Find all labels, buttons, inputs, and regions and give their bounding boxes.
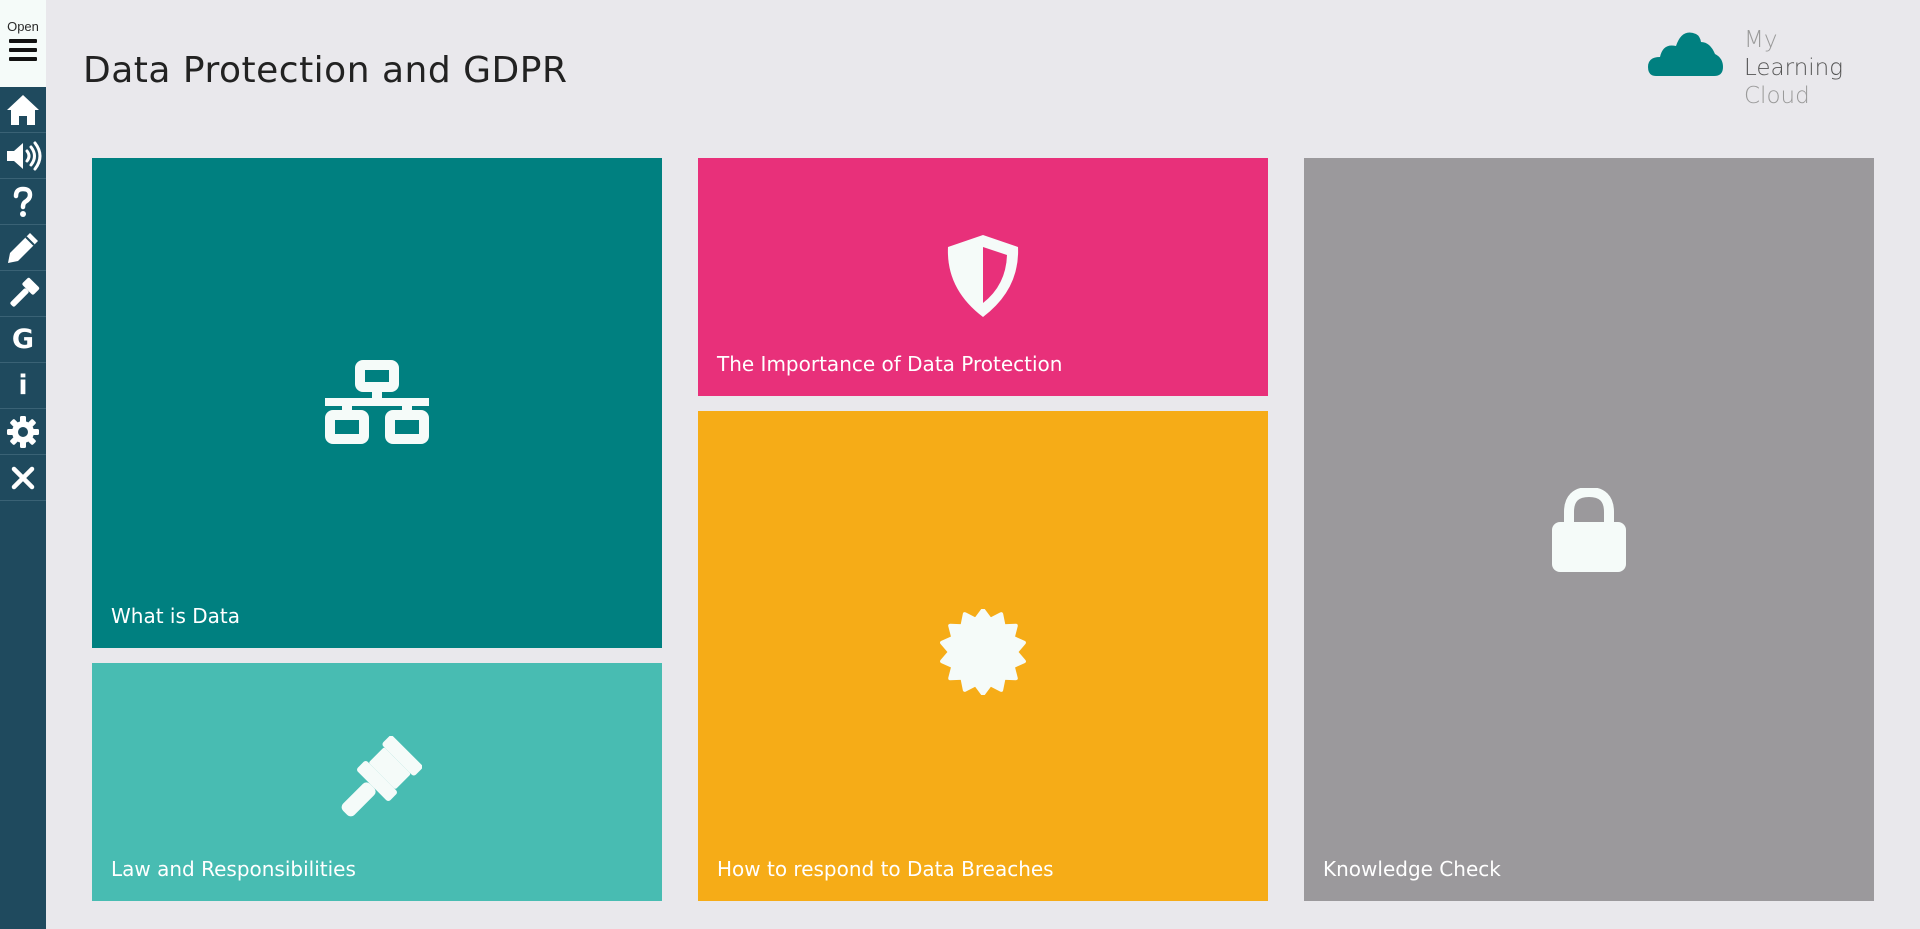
shield-icon [947,235,1019,317]
brand-word-my: My [1744,27,1778,53]
tile-law-and-responsibilities[interactable]: Law and Responsibilities [92,663,662,901]
tile-respond-to-data-breaches[interactable]: How to respond to Data Breaches [698,411,1268,901]
brand-name: My Learning Cloud [1744,26,1878,110]
lock-icon [1552,488,1626,572]
page-title: Data Protection and GDPR [83,50,568,91]
close-icon [11,466,35,489]
brand-logo: My Learning Cloud [1648,26,1878,109]
tile-knowledge-check[interactable]: Knowledge Check [1304,158,1874,901]
sidebar-item-law[interactable] [0,271,46,317]
open-label: Open [7,19,39,34]
tile-importance-of-data-protection[interactable]: The Importance of Data Protection [698,158,1268,396]
home-icon [7,94,39,125]
tile-label: How to respond to Data Breaches [717,857,1054,881]
info-icon: i [18,370,28,401]
brand-word-learning: Learning [1744,55,1844,81]
sidebar-item-settings[interactable] [0,409,46,455]
certificate-shape [940,609,1026,695]
settings-icon [7,415,39,448]
gavel-icon [341,736,422,817]
sidebar-item-close[interactable] [0,455,46,501]
sidebar-item-glossary[interactable]: G [0,317,46,363]
sidebar-item-notes[interactable] [0,225,46,271]
sidebar-item-home[interactable] [0,87,46,133]
tile-label: The Importance of Data Protection [717,352,1063,376]
audio-icon [7,141,42,170]
tile-label: What is Data [111,604,240,628]
open-menu-button[interactable]: Open [0,0,46,87]
hamburger-icon [9,39,37,66]
sidebar-menu: G i [0,87,46,501]
help-icon [13,186,33,217]
pencil-icon [8,232,38,263]
tile-label: Knowledge Check [1323,857,1501,881]
tile-what-is-data[interactable]: What is Data [92,158,662,648]
cloud-icon [1648,32,1723,76]
sidebar: Open G i [0,0,46,929]
sidebar-item-help[interactable] [0,179,46,225]
brand-word-cloud: Cloud [1744,83,1810,109]
certificate-icon [940,609,1026,695]
network-icon [325,360,429,444]
sidebar-item-audio[interactable] [0,133,46,179]
tile-label: Law and Responsibilities [111,857,356,881]
gavel-icon [10,277,40,307]
sidebar-item-info[interactable]: i [0,363,46,409]
glossary-icon: G [11,324,35,355]
